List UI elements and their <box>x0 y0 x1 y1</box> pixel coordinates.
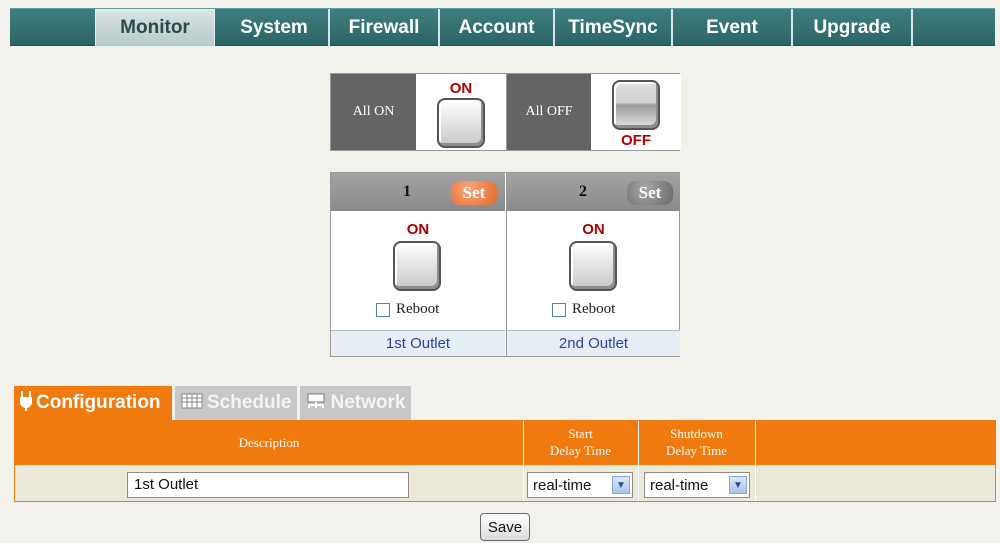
header-start-delay: Start Delay Time <box>523 421 638 465</box>
start-delay-select[interactable]: real-time ▼ <box>527 472 633 498</box>
tab-event[interactable]: Event <box>673 9 793 47</box>
outlet-1-power-switch[interactable] <box>393 241 441 291</box>
tab-configuration[interactable]: Configuration <box>14 386 172 420</box>
all-off-label: All OFF <box>506 74 591 150</box>
outlet-1-reboot-label: Reboot <box>396 301 440 317</box>
outlet-1-reboot-checkbox[interactable] <box>376 302 390 317</box>
tab-account[interactable]: Account <box>440 9 555 47</box>
outlet-1-state: ON <box>406 221 430 238</box>
outlet-1-header: 1 Set <box>331 173 505 211</box>
all-off-switch[interactable] <box>612 80 660 130</box>
outlet-2-power-switch[interactable] <box>569 241 617 291</box>
header-start-line2: Delay Time <box>549 443 612 458</box>
header-shutdown-line1: Shutdown <box>670 426 723 442</box>
shutdown-delay-value: real-time <box>650 476 709 494</box>
start-delay-value: real-time <box>533 476 592 494</box>
outlet-2-header: 2 Set <box>507 173 680 211</box>
all-off-switch-cell: OFF <box>591 74 681 150</box>
outlet-2-reboot-label: Reboot <box>572 301 616 317</box>
chevron-down-icon[interactable]: ▼ <box>612 476 630 494</box>
tab-timesync[interactable]: TimeSync <box>555 9 673 47</box>
outlets-panel: 1 Set ON Reboot 1st Outlet 2 Set ON Rebo… <box>330 172 680 357</box>
all-on-state-text: ON <box>449 80 473 97</box>
tab-monitor[interactable]: Monitor <box>95 9 215 47</box>
all-on-switch-cell: ON <box>416 74 506 150</box>
plug-icon <box>20 390 32 416</box>
outlet-2: 2 Set ON Reboot 2nd Outlet <box>506 173 680 356</box>
column-divider <box>523 421 524 501</box>
all-off-state-text: OFF <box>621 132 651 149</box>
config-tabs: Configuration Schedule Network <box>14 386 414 420</box>
network-icon <box>306 393 326 414</box>
outlet-2-state: ON <box>582 221 605 238</box>
outlet-1: 1 Set ON Reboot 1st Outlet <box>331 173 505 356</box>
tab-network[interactable]: Network <box>300 386 412 420</box>
outlet-2-reboot-checkbox[interactable] <box>552 302 566 317</box>
outlet-1-name[interactable]: 1st Outlet <box>331 330 505 356</box>
header-shutdown-line2: Delay Time <box>665 443 728 458</box>
all-on-switch[interactable] <box>437 98 485 148</box>
outlet-2-set-button[interactable]: Set <box>627 181 673 205</box>
header-description: Description <box>238 434 300 450</box>
outlet-2-name[interactable]: 2nd Outlet <box>507 330 680 356</box>
outlet-1-number: 1 <box>403 183 411 200</box>
tab-upgrade[interactable]: Upgrade <box>793 9 913 47</box>
outlet-1-set-button[interactable]: Set <box>451 181 497 205</box>
page: Monitor System Firewall Account TimeSync… <box>0 0 1000 543</box>
tab-schedule-label: Schedule <box>207 392 292 413</box>
header-shutdown-delay: Shutdown Delay Time <box>638 421 755 465</box>
outlet-2-number: 2 <box>579 183 587 200</box>
column-divider <box>638 421 639 501</box>
top-nav-bar: Monitor System Firewall Account TimeSync… <box>10 8 995 47</box>
configuration-table: Description Start Delay Time Shutdown De… <box>14 420 996 502</box>
outlet-2-reboot: Reboot <box>552 301 615 318</box>
tab-system[interactable]: System <box>220 9 330 47</box>
description-input[interactable]: 1st Outlet <box>127 472 409 498</box>
outlet-1-reboot: Reboot <box>376 301 439 318</box>
calendar-icon <box>181 393 203 414</box>
tab-schedule[interactable]: Schedule <box>175 386 298 420</box>
tab-firewall[interactable]: Firewall <box>330 9 440 47</box>
all-on-label: All ON <box>331 74 416 150</box>
save-button[interactable]: Save <box>480 513 530 541</box>
tab-configuration-label: Configuration <box>36 392 161 413</box>
chevron-down-icon[interactable]: ▼ <box>729 476 747 494</box>
header-start-line1: Start <box>568 426 593 442</box>
table-header: Description Start Delay Time Shutdown De… <box>15 421 995 465</box>
all-outlets-panel: All ON ON All OFF OFF <box>330 73 681 151</box>
shutdown-delay-select[interactable]: real-time ▼ <box>644 472 750 498</box>
tab-network-label: Network <box>330 392 406 413</box>
column-divider <box>755 421 756 501</box>
